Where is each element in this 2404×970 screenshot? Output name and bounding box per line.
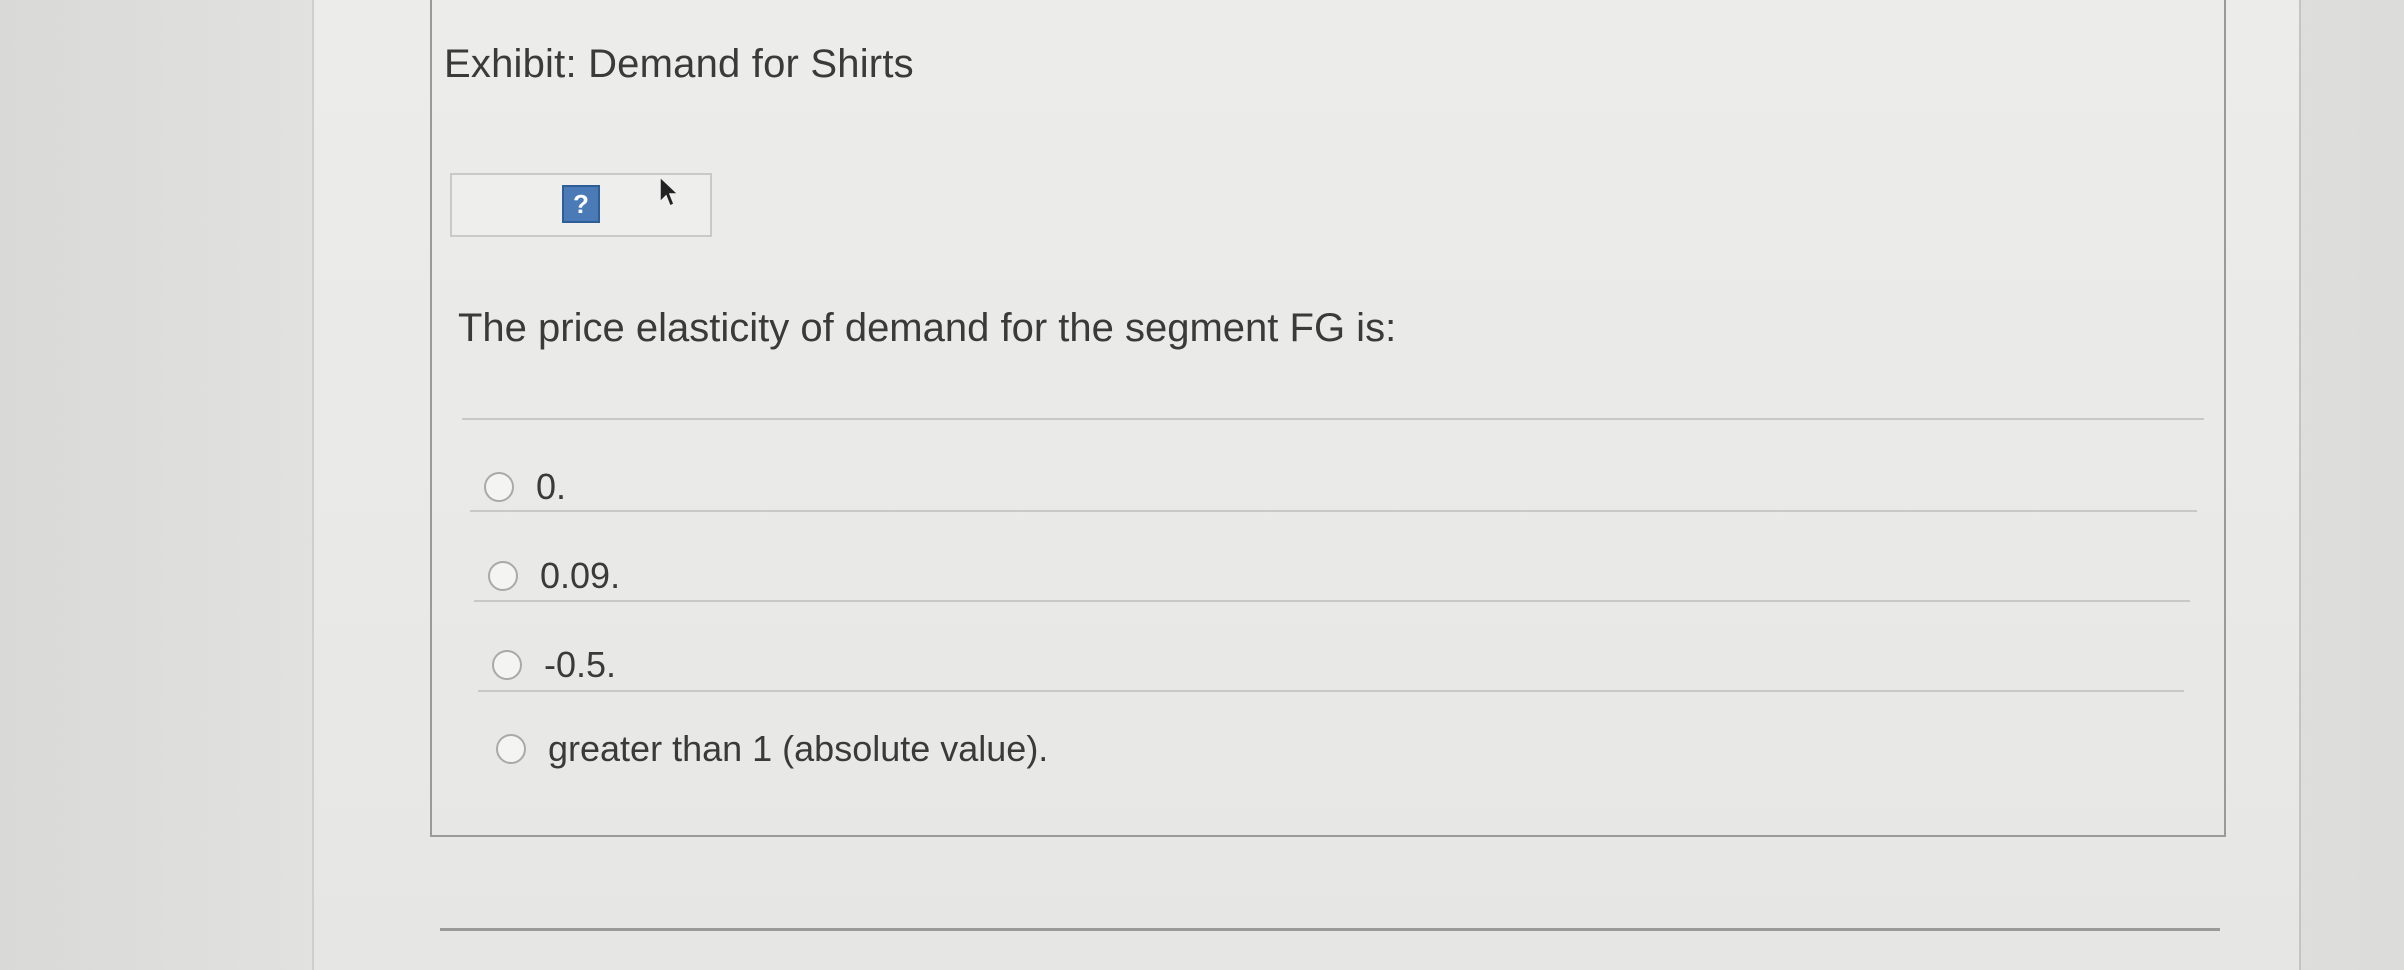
divider — [478, 690, 2184, 692]
next-section-border — [440, 928, 2220, 931]
exhibit-title: Exhibit: Demand for Shirts — [444, 42, 914, 86]
answer-label: 0.09. — [540, 555, 621, 596]
radio-button[interactable] — [492, 650, 522, 680]
divider — [470, 510, 2197, 512]
answer-label: 0. — [536, 466, 567, 507]
answer-option-4[interactable]: greater than 1 (absolute value). — [496, 728, 1048, 770]
radio-button[interactable] — [496, 734, 526, 764]
answer-option-2[interactable]: 0.09. — [488, 555, 620, 597]
help-question-icon[interactable]: ? — [562, 185, 600, 223]
answer-label: -0.5. — [544, 644, 617, 685]
answer-option-1[interactable]: 0. — [484, 466, 566, 508]
question-text: The price elasticity of demand for the s… — [458, 306, 1397, 350]
radio-button[interactable] — [488, 561, 518, 591]
answer-option-3[interactable]: -0.5. — [492, 644, 616, 686]
mouse-pointer-icon — [659, 176, 680, 208]
radio-button[interactable] — [484, 472, 514, 502]
answer-label: greater than 1 (absolute value). — [548, 728, 1049, 769]
divider — [462, 418, 2204, 420]
divider — [474, 600, 2190, 602]
